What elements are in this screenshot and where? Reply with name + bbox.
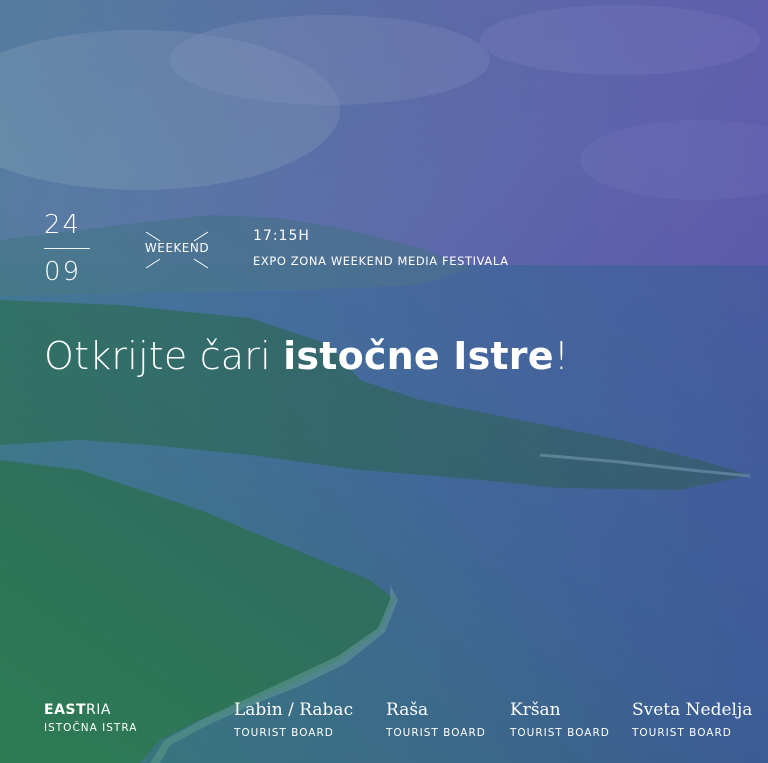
board-subtitle: TOURIST BOARD (632, 727, 732, 739)
board-labin-rabac: Labin / Rabac TOURIST BOARD (234, 700, 353, 739)
board-name: Sveta Nedelja (632, 700, 753, 720)
weekend-badge: WEEKEND (144, 230, 210, 270)
date-month: 09 (44, 257, 82, 287)
board-name: Kršan (510, 700, 561, 720)
poster: 24 09 WEEKEND 17:15H EXPO ZONA WEEKEND M… (0, 0, 768, 763)
logo-ria: RIA (86, 702, 111, 718)
logo-subtitle: ISTOČNA ISTRA (44, 722, 138, 734)
board-subtitle: TOURIST BOARD (386, 727, 486, 739)
weekend-label: WEEKEND (144, 241, 210, 255)
event-venue: EXPO ZONA WEEKEND MEDIA FESTIVALA (253, 254, 509, 268)
board-name: Labin / Rabac (234, 700, 354, 720)
headline-light: Otkrijte čari (44, 334, 284, 378)
board-rasa: Raša TOURIST BOARD (386, 700, 486, 739)
board-subtitle: TOURIST BOARD (234, 727, 334, 739)
board-name: Raša (386, 700, 429, 720)
board-subtitle: TOURIST BOARD (510, 727, 610, 739)
logo-wordmark: EASTRIA (44, 702, 137, 718)
color-overlay (0, 0, 768, 763)
logo-east: EAST (44, 702, 87, 718)
board-krsan: Kršan TOURIST BOARD (510, 700, 610, 739)
headline-end: ! (553, 334, 570, 378)
headline: Otkrijte čari istočne Istre! (44, 334, 569, 378)
date-divider (44, 248, 90, 249)
event-time: 17:15H (253, 228, 310, 244)
board-sveta-nedelja: Sveta Nedelja TOURIST BOARD (632, 700, 752, 739)
eastria-logo: EASTRIA ISTOČNA ISTRA (44, 702, 137, 734)
headline-bold: istočne Istre (283, 334, 554, 378)
event-date: 24 09 (44, 210, 92, 287)
date-day: 24 (44, 210, 82, 240)
